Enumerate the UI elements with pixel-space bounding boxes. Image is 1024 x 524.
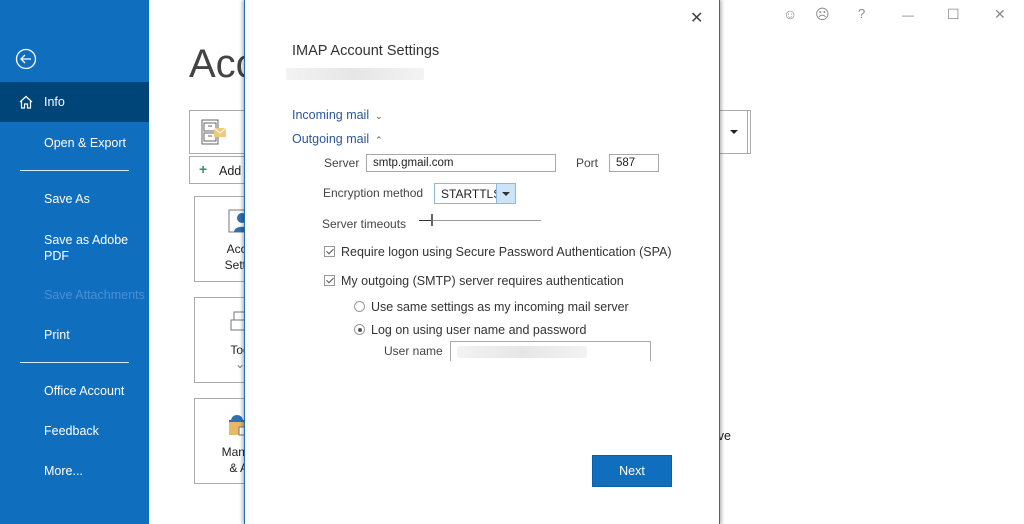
outgoing-mail-toggle[interactable]: Outgoing mail ⌃ — [292, 132, 383, 146]
sidebar-divider — [20, 170, 129, 171]
sidebar-item-label: Info — [44, 95, 65, 109]
smile-feedback-icon[interactable]: ☺ — [783, 6, 797, 22]
spa-checkbox[interactable] — [324, 246, 335, 257]
sidebar-item-label: Office Account — [44, 384, 125, 398]
maximize-icon[interactable]: ☐ — [947, 6, 960, 23]
sidebar-item-info[interactable]: Info — [0, 82, 149, 122]
back-arrow-circle-icon[interactable] — [15, 48, 37, 70]
outgoing-mail-label: Outgoing mail — [292, 132, 370, 146]
sidebar-item-label: Feedback — [44, 424, 99, 438]
imap-account-settings-dialog: ✕ IMAP Account Settings Incoming mail ⌄ O… — [244, 0, 720, 524]
same-settings-label: Use same settings as my incoming mail se… — [371, 300, 629, 314]
same-settings-radio[interactable] — [354, 301, 365, 312]
timeout-slider-track[interactable] — [419, 220, 541, 221]
chevron-down-icon: ⌄ — [375, 111, 383, 121]
account-dropdown-button[interactable] — [719, 110, 748, 154]
backstage-sidebar: Info Open & Export Save As Save as Adobe… — [0, 0, 149, 524]
add-account-label: Add — [219, 164, 242, 178]
timeout-slider-fill — [419, 220, 431, 221]
sidebar-item-label: Save as Adobe PDF — [44, 233, 129, 263]
sidebar-item-label: Print — [44, 328, 70, 342]
help-icon[interactable]: ? — [858, 6, 865, 21]
incoming-mail-toggle[interactable]: Incoming mail ⌄ — [292, 108, 383, 122]
incoming-mail-label: Incoming mail — [292, 108, 370, 122]
home-icon — [19, 95, 33, 109]
minimize-icon[interactable]: — — [902, 8, 914, 22]
port-input[interactable]: 587 — [609, 154, 659, 172]
server-timeouts-label: Server timeouts — [322, 217, 407, 231]
mail-cabinet-icon — [201, 119, 227, 145]
encryption-select[interactable]: STARTTLS — [434, 183, 516, 204]
server-input[interactable]: smtp.gmail.com — [366, 154, 556, 172]
sidebar-item-label: More... — [44, 464, 83, 478]
encryption-label: Encryption method — [323, 186, 424, 200]
dialog-title: IMAP Account Settings — [292, 43, 440, 59]
timeout-slider-thumb[interactable] — [431, 214, 433, 226]
next-button[interactable]: Next — [592, 455, 672, 487]
plus-icon: + — [199, 161, 208, 177]
logon-radio[interactable] — [354, 324, 365, 335]
close-icon[interactable]: ✕ — [690, 8, 703, 28]
chevron-up-icon: ⌃ — [375, 135, 383, 145]
encryption-value: STARTTLS — [441, 187, 502, 201]
sidebar-item-label: Open & Export — [44, 136, 126, 150]
redacted-email — [286, 68, 424, 80]
username-label: User name — [384, 344, 443, 358]
redacted-username — [457, 346, 587, 358]
smtp-auth-label: My outgoing (SMTP) server requires authe… — [341, 274, 624, 288]
spa-label: Require logon using Secure Password Auth… — [341, 245, 672, 259]
close-window-icon[interactable]: ✕ — [994, 6, 1006, 23]
server-label: Server — [324, 156, 360, 170]
sidebar-item-label: Save Attachments — [44, 288, 145, 302]
smtp-auth-checkbox[interactable] — [324, 275, 335, 286]
logon-label: Log on using user name and password — [371, 323, 587, 337]
chevron-down-icon[interactable] — [496, 184, 515, 203]
sidebar-item-label: Save As — [44, 192, 90, 206]
sidebar-divider — [20, 362, 129, 363]
frown-feedback-icon[interactable]: ☹ — [815, 6, 830, 23]
port-label: Port — [576, 156, 599, 170]
